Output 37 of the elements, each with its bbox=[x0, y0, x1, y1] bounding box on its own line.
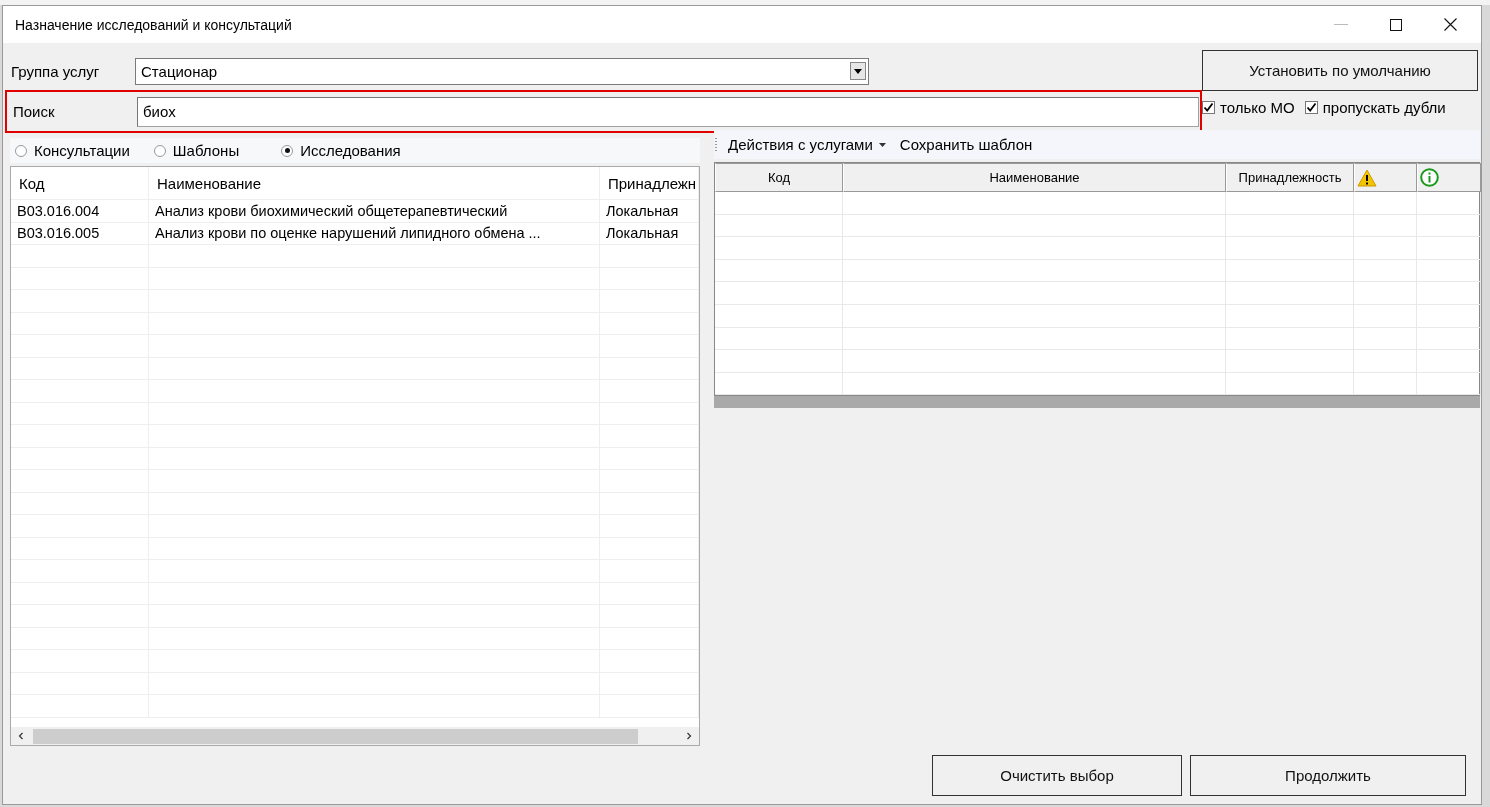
table-cell: Анализ крови по оценке нарушений липидного обмена ... bbox=[149, 222, 600, 245]
caret-icon bbox=[878, 142, 886, 147]
table-cell: Локальная bbox=[600, 200, 699, 223]
window-title: Назначение исследований и консультаций bbox=[14, 16, 292, 33]
checkbox-label: пропускать дубли bbox=[1322, 99, 1446, 116]
checkbox[interactable] bbox=[1304, 101, 1318, 114]
table-cell: B03.016.004 bbox=[11, 200, 149, 223]
column-header[interactable]: Наименование bbox=[843, 163, 1226, 192]
radio-button[interactable] bbox=[153, 144, 166, 157]
continue-button[interactable]: Продолжить bbox=[1190, 755, 1466, 796]
column-header[interactable]: Принадлежность bbox=[1226, 163, 1354, 192]
service-group-dropdown[interactable]: Стационар bbox=[135, 57, 869, 85]
save-template-button[interactable]: Сохранить шаблон bbox=[895, 136, 1037, 153]
column-header[interactable]: Код bbox=[11, 167, 149, 200]
maximize-icon[interactable] bbox=[1390, 18, 1402, 31]
field-label: Поиск bbox=[12, 103, 56, 120]
table-cell: B03.016.005 bbox=[11, 222, 149, 245]
checkbox[interactable] bbox=[1202, 101, 1215, 114]
actions-menu-button[interactable]: Действия с услугами bbox=[724, 136, 890, 153]
set-default-button[interactable]: Установить по умолчанию bbox=[1202, 50, 1478, 91]
table-cell: Анализ крови биохимический общетерапевтический bbox=[149, 200, 600, 223]
checkbox-label: только МО bbox=[1220, 99, 1295, 116]
radio-button[interactable] bbox=[15, 144, 27, 157]
radio-label: Исследования bbox=[300, 142, 401, 159]
column-header[interactable]: Наименование bbox=[149, 167, 600, 200]
clear-selection-button[interactable]: Очистить выбор bbox=[932, 755, 1182, 796]
warning-icon[interactable] bbox=[1357, 168, 1377, 187]
field-label: Группа услуг bbox=[10, 62, 101, 80]
radio-label: Консультации bbox=[34, 142, 130, 159]
table-cell: Локальная bbox=[600, 222, 699, 245]
column-header[interactable]: Принадлежн bbox=[600, 167, 699, 200]
info-icon[interactable] bbox=[1420, 168, 1439, 187]
radio-button[interactable] bbox=[281, 144, 294, 157]
close-icon[interactable] bbox=[1444, 18, 1457, 31]
search-field[interactable]: биох bbox=[137, 96, 1199, 127]
radio-label: Шаблоны bbox=[172, 142, 240, 159]
column-header[interactable]: Код bbox=[715, 163, 843, 192]
